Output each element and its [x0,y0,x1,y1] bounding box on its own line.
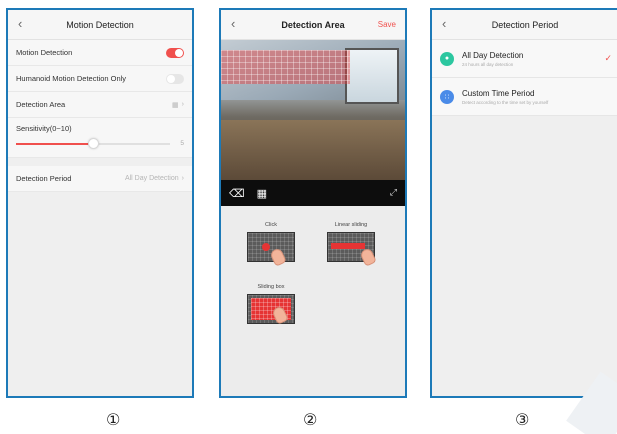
slider-fill [16,143,93,145]
option-custom-period[interactable]: ∷ Custom Time Period Detect according to… [432,78,617,116]
option-custom-text: Custom Time Period Detect according to t… [462,89,548,105]
navbar: ‹ Detection Period [432,10,617,40]
select-all-icon[interactable]: ▦ [257,187,267,200]
detection-area-row[interactable]: Detection Area ▦ › [8,92,192,118]
camera-preview[interactable] [221,40,405,180]
motion-detection-toggle[interactable] [166,47,184,58]
detection-area-actions: ▦ › [172,101,184,109]
step-marker-1: ① [106,410,121,429]
demo-box-label: Sliding box [257,284,285,290]
detection-area-grid[interactable] [221,50,350,84]
camera-scene-desk [221,120,405,180]
step-marker-2: ② [303,410,318,429]
option-title: Custom Time Period [462,88,535,98]
motion-detection-row: Motion Detection [8,40,192,66]
detection-period-row[interactable]: Detection Period All Day Detection › [8,166,192,192]
demo-click-label: Click [265,222,277,228]
all-day-icon: ● [440,51,454,66]
demo-box: Sliding box [247,284,295,325]
option-title: All Day Detection [462,50,524,60]
option-all-day[interactable]: ● All Day Detection 24 hours all day det… [432,40,617,78]
preview-toolbar: ⌫ ▦ ⤢ [221,180,405,206]
navbar: ‹ Motion Detection [8,10,192,40]
detection-period-screen: ‹ Detection Period ● All Day Detection 2… [430,8,617,398]
demo-click-box [247,232,295,267]
save-button[interactable]: Save [378,20,396,29]
custom-period-icon: ∷ [440,89,454,104]
check-icon: ✓ [604,53,612,63]
detection-period-label: Detection Period [16,174,72,183]
demo-linear-box [327,232,377,267]
demo-linear-line [331,243,365,249]
demo-box-frame [247,294,295,325]
demo-linear-label: Linear sliding [334,222,368,228]
detection-period-value: All Day Detection [124,175,179,182]
camera-scene-window [345,48,399,104]
back-icon[interactable]: ‹ [442,16,446,32]
section-gap [8,158,192,166]
sensitivity-value: 5 [180,140,184,147]
page-title: Motion Detection [66,19,134,30]
chevron-right-icon: › [181,175,184,182]
detection-area-screen: ‹ Detection Area Save ⌫ ▦ ⤢ Click Linear… [219,8,407,398]
page-title: Detection Period [491,19,559,30]
sensitivity-section: Sensitivity(0~10) 5 [8,118,192,158]
fullscreen-icon[interactable]: ⤢ [390,187,397,198]
motion-detection-screen: ‹ Motion Detection Motion Detection Huma… [6,8,194,398]
sensitivity-label: Sensitivity(0~10) [16,124,72,133]
clear-area-icon[interactable]: ⌫ [229,187,245,200]
stage: ‹ Motion Detection Motion Detection Huma… [0,0,617,434]
motion-detection-label: Motion Detection [16,48,73,57]
demo-click-dot [262,243,270,251]
detection-area-label: Detection Area [16,100,66,109]
humanoid-detection-toggle[interactable] [166,73,184,84]
slider-thumb[interactable] [88,138,99,149]
detection-period-value-wrap: All Day Detection › [125,175,184,182]
navbar: ‹ Detection Area Save [221,10,405,40]
option-subtitle: 24 hours all day detection [462,61,514,67]
demo-linear: Linear sliding [327,222,377,267]
demo-click: Click [247,222,295,267]
area-grid-icon: ▦ [172,101,179,109]
hand-icon [269,247,287,267]
option-subtitle: Detect according to the time set by your… [462,99,549,105]
gesture-guide: Click Linear sliding Sliding box [221,206,405,396]
humanoid-detection-row: Humanoid Motion Detection Only [8,66,192,92]
step-marker-3: ③ [515,410,530,429]
chevron-right-icon: › [181,101,184,108]
page-title: Detection Area [281,19,345,30]
humanoid-detection-label: Humanoid Motion Detection Only [16,74,127,83]
hand-icon [359,247,377,267]
option-all-day-text: All Day Detection 24 hours all day detec… [462,51,523,67]
settings-list: Motion Detection Humanoid Motion Detecti… [8,40,192,118]
back-icon[interactable]: ‹ [231,16,235,32]
sensitivity-slider[interactable]: 5 [16,137,184,151]
back-icon[interactable]: ‹ [18,16,22,32]
